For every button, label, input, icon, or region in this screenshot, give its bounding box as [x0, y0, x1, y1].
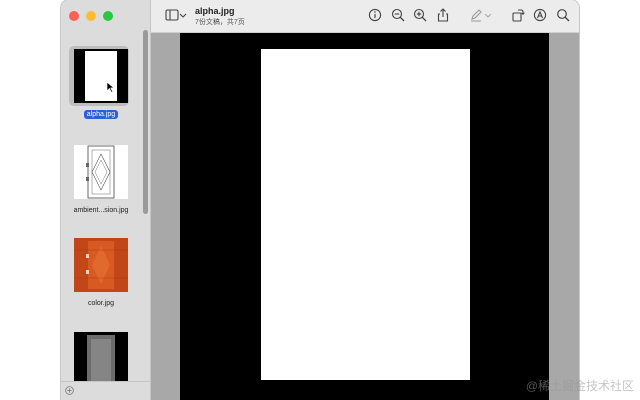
preview-window: alpha.jpg ambient...sion.jpg color.jpg a…	[61, 0, 579, 400]
document-subtitle: 7份文稿，共7页	[195, 19, 245, 26]
thumbnail-image	[74, 238, 128, 292]
thumbnail-item-color[interactable]: color.jpg	[61, 238, 141, 310]
viewer-gutter-left	[151, 33, 180, 400]
cursor-icon	[107, 82, 115, 93]
door-drawing	[86, 145, 115, 199]
close-window-button[interactable]	[69, 11, 79, 21]
thumbnail-item-alpha[interactable]: alpha.jpg	[61, 49, 141, 121]
image-viewer[interactable]	[151, 33, 579, 400]
annotate-icon[interactable]	[533, 8, 547, 22]
toolbar: alpha.jpg 7份文稿，共7页	[151, 0, 579, 33]
minimize-window-button[interactable]	[86, 11, 96, 21]
rotate-icon[interactable]	[511, 8, 525, 22]
chevron-down-icon[interactable]	[179, 8, 187, 22]
thumbnail-label: color.jpg	[87, 300, 115, 307]
zoom-in-icon[interactable]	[413, 8, 427, 22]
chevron-down-icon[interactable]	[484, 8, 492, 22]
zoom-window-button[interactable]	[103, 11, 113, 21]
displayed-image	[261, 49, 470, 380]
thumbnail-image	[74, 49, 128, 103]
document-title: alpha.jpg	[195, 6, 235, 16]
thumbnail-item-ambient[interactable]: ambient...sion.jpg	[61, 145, 141, 217]
share-icon[interactable]	[436, 8, 450, 22]
thumbnail-item-4[interactable]	[61, 332, 141, 386]
thumbnail-sidebar: alpha.jpg ambient...sion.jpg color.jpg	[61, 0, 151, 400]
markup-pen-icon[interactable]	[469, 8, 483, 22]
thumbnail-label: ambient...sion.jpg	[73, 207, 129, 214]
add-page-icon[interactable]	[65, 386, 74, 395]
thumbnail-image	[74, 332, 128, 386]
sidebar-scrollbar[interactable]	[143, 30, 148, 214]
orange-door-drawing	[74, 238, 128, 292]
viewer-gutter-right	[549, 33, 579, 400]
info-icon[interactable]	[368, 8, 382, 22]
window-controls	[69, 11, 113, 21]
watermark-text: @稀土掘金技术社区	[525, 379, 634, 393]
thumbnail-label: alpha.jpg	[83, 110, 119, 119]
sidebar-footer	[61, 381, 150, 400]
sidebar-toggle-icon[interactable]	[165, 8, 179, 22]
thumbnail-image	[74, 145, 128, 199]
zoom-out-icon[interactable]	[391, 8, 405, 22]
search-icon[interactable]	[556, 8, 570, 22]
